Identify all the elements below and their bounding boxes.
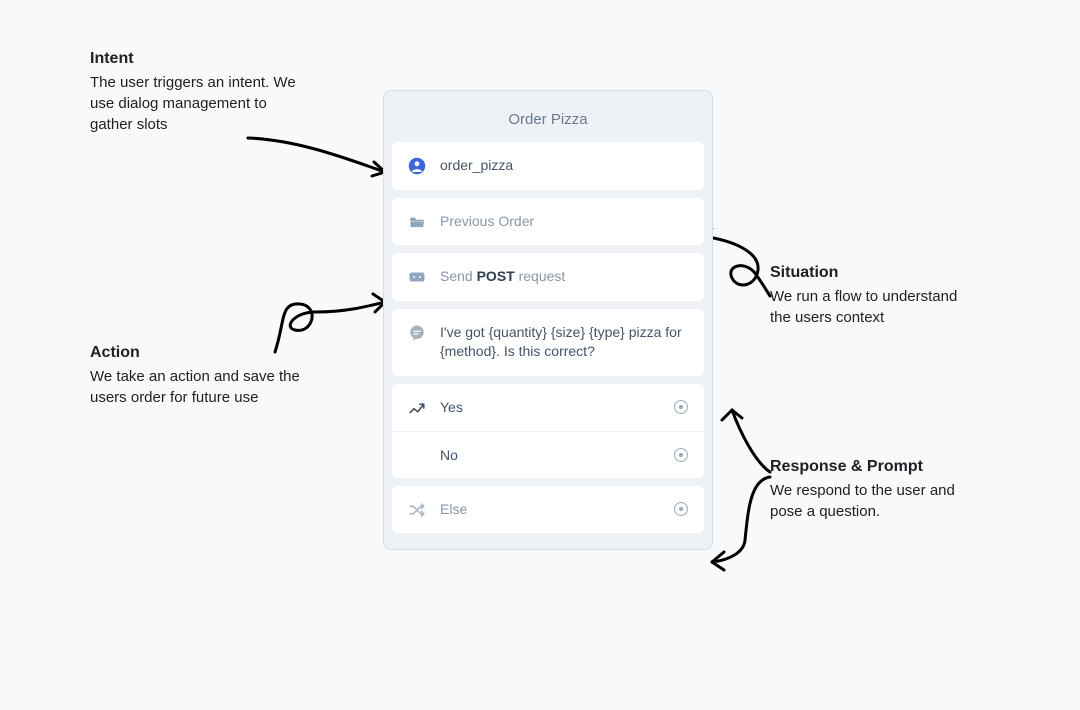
annotation-response: Response & Prompt We respond to the user… — [770, 456, 970, 522]
annotation-intent-title: Intent — [90, 48, 300, 70]
panel-title: Order Pizza — [392, 99, 704, 142]
branch-icon — [408, 399, 426, 417]
annotation-action-title: Action — [90, 342, 320, 364]
annotation-situation-title: Situation — [770, 262, 970, 284]
flow-panel: Order Pizza order_pizza Previous Order — [383, 90, 713, 550]
branch-yes[interactable]: Yes — [392, 384, 704, 432]
branch-else-group: Else — [392, 486, 704, 533]
radio-icon — [674, 502, 688, 516]
branch-no[interactable]: No — [392, 432, 704, 478]
user-icon — [408, 157, 426, 175]
annotation-action: Action We take an action and save the us… — [90, 342, 320, 408]
shuffle-icon — [408, 501, 426, 519]
annotation-situation-body: We run a flow to understand the users co… — [770, 288, 957, 326]
annotation-intent-body: The user triggers an intent. We use dial… — [90, 74, 296, 133]
arrow-intent — [240, 130, 400, 190]
chat-icon — [408, 324, 426, 342]
card-flow[interactable]: Previous Order — [392, 198, 704, 246]
radio-icon — [674, 400, 688, 414]
action-label: Send POST request — [440, 267, 565, 287]
flow-label: Previous Order — [440, 212, 534, 232]
annotation-response-title: Response & Prompt — [770, 456, 970, 478]
branch-group: Yes No — [392, 384, 704, 478]
card-intent[interactable]: order_pizza — [392, 142, 704, 190]
intent-label: order_pizza — [440, 156, 513, 176]
annotation-intent: Intent The user triggers an intent. We u… — [90, 48, 300, 135]
icon-spacer — [408, 446, 426, 464]
branch-no-label: No — [440, 447, 660, 463]
radio-icon — [674, 448, 688, 462]
card-message[interactable]: I've got {quantity} {size} {type} pizza … — [392, 309, 704, 376]
branch-yes-label: Yes — [440, 399, 660, 415]
annotation-response-body: We respond to the user and pose a questi… — [770, 482, 955, 520]
annotation-action-body: We take an action and save the users ord… — [90, 368, 300, 406]
message-label: I've got {quantity} {size} {type} pizza … — [440, 323, 688, 362]
branch-else[interactable]: Else — [392, 486, 704, 533]
card-action[interactable]: Send POST request — [392, 253, 704, 301]
branch-else-label: Else — [440, 501, 660, 517]
api-icon — [408, 268, 426, 286]
folder-icon — [408, 213, 426, 231]
annotation-situation: Situation We run a flow to understand th… — [770, 262, 970, 328]
